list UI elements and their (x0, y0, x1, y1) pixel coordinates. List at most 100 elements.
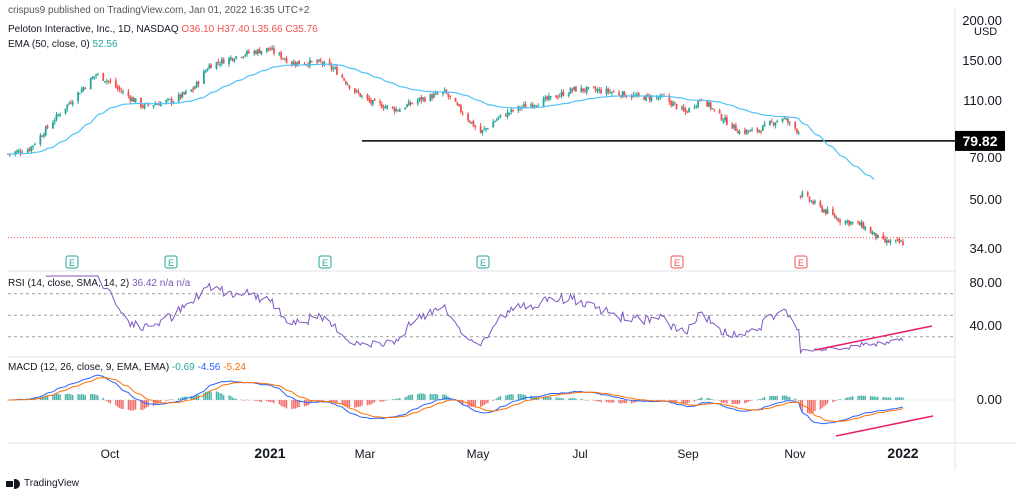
candle[interactable] (738, 129, 741, 135)
candle[interactable] (429, 93, 432, 102)
candle[interactable] (706, 100, 709, 107)
candle[interactable] (713, 109, 716, 113)
candle[interactable] (454, 97, 457, 102)
candle[interactable] (170, 96, 173, 107)
earnings-markers[interactable]: EEEEEE (65, 255, 808, 269)
candle[interactable] (609, 88, 611, 94)
candle[interactable] (344, 80, 347, 86)
candle[interactable] (32, 145, 35, 150)
candle[interactable] (749, 129, 752, 132)
candle[interactable] (808, 196, 811, 203)
candle[interactable] (406, 103, 408, 108)
candle[interactable] (255, 49, 257, 55)
candle[interactable] (310, 60, 313, 63)
candle[interactable] (821, 204, 824, 213)
candle[interactable] (560, 89, 563, 99)
candle[interactable] (670, 99, 673, 108)
candle[interactable] (217, 58, 220, 66)
candle[interactable] (282, 57, 284, 60)
candle[interactable] (373, 98, 376, 101)
candle[interactable] (409, 100, 412, 107)
candle[interactable] (368, 95, 371, 104)
candle[interactable] (472, 119, 475, 127)
candle[interactable] (558, 93, 561, 98)
candle[interactable] (681, 104, 683, 111)
candle[interactable] (55, 111, 58, 122)
candle[interactable] (796, 128, 798, 135)
candle[interactable] (258, 47, 261, 54)
candle[interactable] (643, 96, 646, 101)
candle[interactable] (96, 73, 99, 76)
candle[interactable] (242, 56, 245, 59)
candle[interactable] (447, 92, 450, 100)
candle[interactable] (871, 230, 874, 236)
candle[interactable] (497, 116, 500, 121)
candle[interactable] (587, 87, 590, 90)
candle[interactable] (380, 101, 383, 109)
candle[interactable] (648, 93, 651, 103)
candle[interactable] (508, 112, 511, 116)
candle[interactable] (141, 104, 144, 109)
currency-label[interactable]: USD (974, 26, 997, 38)
candle[interactable] (267, 47, 270, 52)
candle[interactable] (468, 119, 471, 124)
candle[interactable] (407, 99, 410, 106)
tradingview-logo[interactable]: TradingView (6, 478, 79, 489)
candle[interactable] (637, 91, 640, 98)
candle[interactable] (470, 122, 473, 125)
candle[interactable] (253, 49, 256, 57)
candle[interactable] (814, 199, 816, 205)
candle[interactable] (309, 57, 311, 69)
candle[interactable] (695, 104, 698, 109)
candle[interactable] (876, 234, 879, 239)
candle[interactable] (837, 217, 840, 223)
candle[interactable] (433, 91, 435, 99)
candle[interactable] (733, 124, 735, 131)
candle[interactable] (499, 114, 502, 119)
candle[interactable] (709, 101, 712, 111)
candle[interactable] (118, 85, 121, 93)
candle[interactable] (346, 82, 349, 86)
candle[interactable] (781, 118, 784, 124)
candle[interactable] (794, 120, 797, 131)
candle[interactable] (411, 102, 414, 105)
candle[interactable] (107, 80, 110, 84)
candle[interactable] (736, 128, 739, 134)
candle[interactable] (474, 124, 477, 131)
candle[interactable] (95, 73, 97, 79)
price-candles[interactable] (7, 45, 904, 246)
earnings-marker[interactable]: E (670, 255, 684, 269)
candle[interactable] (760, 129, 762, 135)
candle[interactable] (548, 92, 550, 102)
candle[interactable] (395, 106, 398, 113)
candle[interactable] (506, 108, 509, 120)
candle[interactable] (93, 76, 96, 80)
candle[interactable] (197, 80, 200, 88)
candle[interactable] (711, 107, 714, 110)
candle[interactable] (533, 104, 536, 109)
candle[interactable] (549, 95, 552, 101)
candle[interactable] (231, 57, 234, 62)
candle[interactable] (785, 117, 788, 121)
earnings-marker[interactable]: E (164, 255, 178, 269)
candle[interactable] (575, 86, 577, 92)
candle[interactable] (26, 147, 29, 154)
candle[interactable] (743, 127, 746, 135)
candle[interactable] (849, 221, 852, 226)
candle[interactable] (456, 101, 459, 106)
price-axis[interactable]: 200.00150.00110.0070.0050.0034.0079.8280… (955, 13, 1005, 407)
candle[interactable] (504, 113, 507, 117)
candle[interactable] (418, 97, 421, 103)
candle[interactable] (233, 58, 236, 63)
ema-legend[interactable]: EMA (50, close, 0) 52.56 (8, 39, 118, 50)
candle[interactable] (788, 121, 791, 127)
candle[interactable] (348, 85, 351, 91)
candle[interactable] (632, 91, 635, 98)
candle[interactable] (246, 49, 248, 57)
candle[interactable] (582, 88, 585, 94)
candle[interactable] (819, 199, 822, 208)
candle[interactable] (894, 239, 897, 244)
candle[interactable] (285, 56, 288, 64)
candle[interactable] (672, 100, 674, 107)
candle[interactable] (562, 89, 565, 97)
